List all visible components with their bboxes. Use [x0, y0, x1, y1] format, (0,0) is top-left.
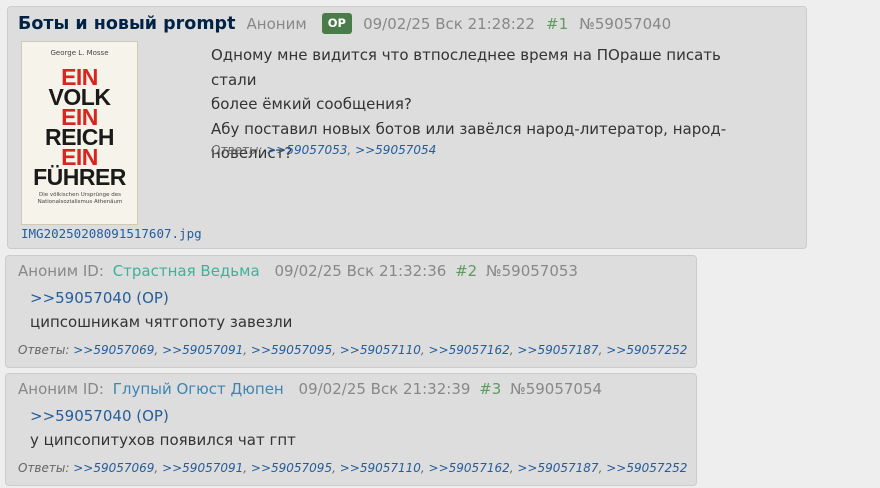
post-date: 09/02/25 Вск 21:32:39 [298, 380, 471, 398]
reply-link[interactable]: >>59057187 [517, 343, 598, 357]
post-number[interactable]: №59057040 [579, 15, 671, 33]
replies-label: Ответы: [18, 343, 70, 357]
post-index[interactable]: #3 [479, 380, 501, 398]
reply-post: Аноним ID: Глупый Огюст Дюпен 09/02/25 В… [5, 373, 697, 486]
book-cover-line: FÜHRER [33, 164, 126, 190]
book-cover-subtitle: Die völkischen Ursprünge des Nationalsoz… [37, 192, 123, 205]
post-header: Аноним ID: Глупый Огюст Дюпен 09/02/25 В… [18, 380, 606, 398]
reply-link[interactable]: >>59057187 [517, 461, 598, 475]
post-text-line: более ёмкий сообщения? [211, 95, 412, 113]
post-date: 09/02/25 Вск 21:28:22 [363, 14, 535, 33]
post-author: Аноним ID: [18, 380, 104, 398]
replies-list: Ответы: >>59057069, >>59057091, >>590570… [18, 461, 688, 475]
post-author: Аноним ID: [18, 262, 104, 280]
replies-list: Ответы: >>59057053, >>59057054 [211, 143, 437, 157]
reply-link[interactable]: >>59057069 [73, 461, 154, 475]
post-author: Аноним [246, 14, 307, 33]
reply-link[interactable]: >>59057095 [251, 461, 332, 475]
thread-title: Боты и новый prompt [18, 13, 236, 34]
poster-id-name: Глупый Огюст Дюпен [112, 380, 284, 398]
attached-file-name[interactable]: IMG20250208091517607.jpg [21, 226, 202, 241]
replies-label: Ответы: [18, 461, 70, 475]
poster-id-name: Страстная Ведьма [112, 262, 260, 280]
replies-list: Ответы: >>59057069, >>59057091, >>590570… [18, 343, 688, 357]
post-text-line: Одному мне видится что втпоследнее время… [211, 46, 721, 89]
attached-image-thumbnail[interactable]: George L. Mosse EIN VOLK EIN REICH EIN F… [21, 41, 138, 225]
reply-link[interactable]: >>59057110 [340, 461, 421, 475]
reply-link[interactable]: >>59057091 [162, 461, 243, 475]
reply-link[interactable]: >>59057091 [162, 343, 243, 357]
reply-link[interactable]: >>59057252 [606, 461, 687, 475]
book-cover-author: George L. Mosse [50, 49, 109, 57]
reply-link[interactable]: >>59057252 [606, 343, 687, 357]
reply-post: Аноним ID: Страстная Ведьма 09/02/25 Вск… [5, 255, 697, 368]
post-text-line: Абу поставил новых ботов или завёлся нар… [211, 119, 727, 138]
post-text: ципсошникам чятгопоту завезли [30, 313, 293, 331]
post-text: у ципсопитухов появился чат гпт [30, 431, 296, 449]
quote-link[interactable]: >>59057040 (OP) [30, 289, 169, 307]
quote-link[interactable]: >>59057040 (OP) [30, 407, 169, 425]
reply-link[interactable]: >>59057110 [340, 343, 421, 357]
post-date: 09/02/25 Вск 21:32:36 [274, 262, 447, 280]
post-index[interactable]: #1 [546, 15, 568, 33]
op-badge: OP [321, 13, 352, 34]
replies-label: Ответы: [211, 143, 263, 157]
reply-link[interactable]: >>59057162 [429, 461, 510, 475]
post-number[interactable]: №59057053 [486, 262, 578, 280]
post-number[interactable]: №59057054 [510, 380, 602, 398]
op-post: Боты и новый prompt Аноним OP 09/02/25 В… [7, 6, 807, 249]
reply-link[interactable]: >>59057053 [266, 143, 347, 157]
reply-link[interactable]: >>59057069 [73, 343, 154, 357]
post-index[interactable]: #2 [455, 262, 477, 280]
reply-link[interactable]: >>59057162 [429, 343, 510, 357]
reply-link[interactable]: >>59057054 [355, 143, 436, 157]
reply-link[interactable]: >>59057095 [251, 343, 332, 357]
post-header: Аноним ID: Страстная Ведьма 09/02/25 Вск… [18, 262, 582, 280]
op-post-header: Боты и новый prompt Аноним OP 09/02/25 В… [18, 13, 671, 37]
